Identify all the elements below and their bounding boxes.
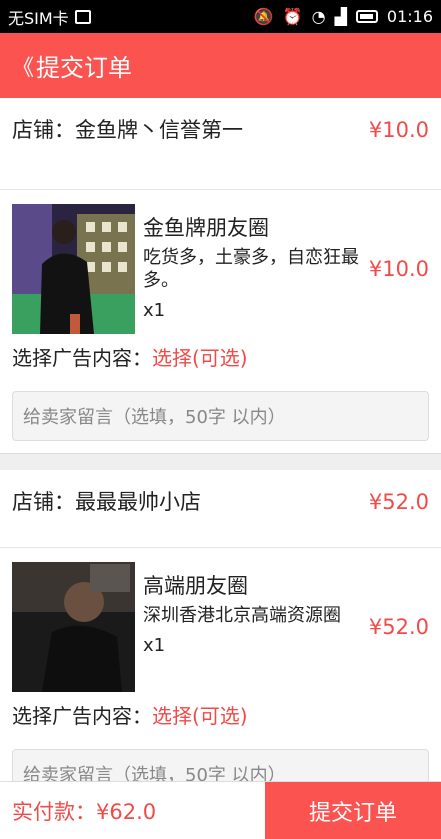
product-desc: 吃货多，土豪多，自恋狂最多。 xyxy=(143,247,359,291)
wifi-icon: ◔ xyxy=(311,7,326,26)
ad-label: 选择广告内容： xyxy=(12,704,152,728)
shop-total: ¥10.0 xyxy=(368,118,429,142)
product-image xyxy=(12,204,135,334)
alarm-icon: ⏰ xyxy=(282,7,303,26)
product-price: ¥52.0 xyxy=(368,615,429,639)
image-icon xyxy=(74,9,91,24)
shop-card: 店铺：最最最帅小店 ¥52.0 高端朋友圈 深圳香港北京高端资源圈 x1 ¥52… xyxy=(0,470,441,781)
payment-total: 实付款：¥62.0 xyxy=(12,799,157,824)
ad-select-row: 选择广告内容： 选择(可选) xyxy=(0,692,441,729)
status-bar: 无SIM卡 🔕 ⏰ ◔ ▟ 01:16 xyxy=(0,0,441,33)
shop-header: 店铺：金鱼牌丶信誉第一 ¥10.0 xyxy=(0,98,441,190)
ad-choose-link[interactable]: 选择(可选) xyxy=(152,700,248,729)
product-title: 金鱼牌朋友圈 xyxy=(143,216,269,240)
product-qty: x1 xyxy=(143,635,166,656)
submit-order-button[interactable]: 提交订单 xyxy=(265,782,441,839)
order-list[interactable]: 店铺：金鱼牌丶信誉第一 ¥10.0 金鱼牌朋友圈 吃货多，土豪多，自恋狂最多。 … xyxy=(0,98,441,781)
clock: 01:16 xyxy=(386,7,433,26)
shop-name: 店铺：金鱼牌丶信誉第一 xyxy=(12,118,243,142)
mute-icon: 🔕 xyxy=(253,7,274,26)
back-icon[interactable]: 《 xyxy=(12,50,34,82)
product-info: 高端朋友圈 深圳香港北京高端资源圈 x1 xyxy=(135,562,363,692)
app-header: 《 提交订单 xyxy=(0,33,441,98)
product-image xyxy=(12,562,135,692)
shop-header: 店铺：最最最帅小店 ¥52.0 xyxy=(0,470,441,548)
product-info: 金鱼牌朋友圈 吃货多，土豪多，自恋狂最多。 x1 xyxy=(135,204,363,334)
product-desc: 深圳香港北京高端资源圈 xyxy=(143,605,341,626)
product-item[interactable]: 高端朋友圈 深圳香港北京高端资源圈 x1 ¥52.0 xyxy=(0,548,441,692)
battery-icon xyxy=(355,10,378,23)
product-price: ¥10.0 xyxy=(368,257,429,281)
ad-label: 选择广告内容： xyxy=(12,346,152,370)
carrier-label: 无SIM卡 xyxy=(8,8,69,28)
ad-choose-link[interactable]: 选择(可选) xyxy=(152,342,248,371)
seller-message-input[interactable]: 给卖家留言（选填，50字 以内） xyxy=(12,749,429,781)
shop-total: ¥52.0 xyxy=(368,490,429,514)
ad-select-row: 选择广告内容： 选择(可选) xyxy=(0,334,441,371)
product-item[interactable]: 金鱼牌朋友圈 吃货多，土豪多，自恋狂最多。 x1 ¥10.0 xyxy=(0,190,441,334)
product-title: 高端朋友圈 xyxy=(143,574,248,598)
seller-message-input[interactable]: 给卖家留言（选填，50字 以内） xyxy=(12,391,429,441)
shop-name: 店铺：最最最帅小店 xyxy=(12,490,201,514)
signal-icon: ▟ xyxy=(334,7,347,26)
shop-card: 店铺：金鱼牌丶信誉第一 ¥10.0 金鱼牌朋友圈 吃货多，土豪多，自恋狂最多。 … xyxy=(0,98,441,454)
checkout-bar: 实付款：¥62.0 提交订单 xyxy=(0,781,441,839)
page-title: 提交订单 xyxy=(36,54,133,82)
product-qty: x1 xyxy=(143,300,166,321)
